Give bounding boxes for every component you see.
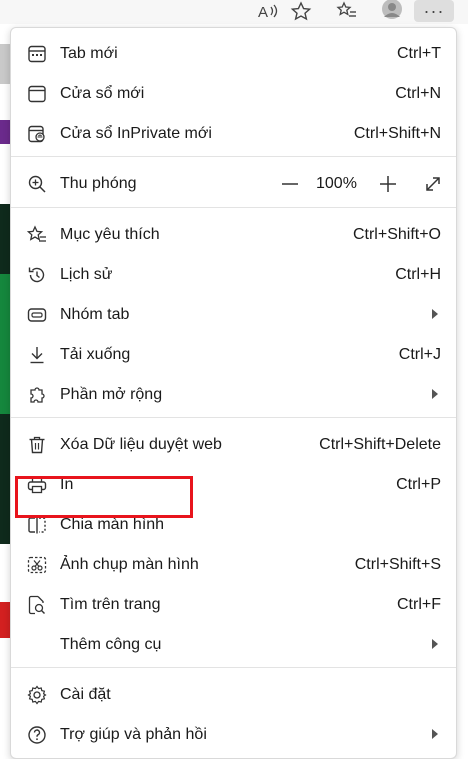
svg-text:A: A — [258, 4, 268, 21]
shortcut-text: Ctrl+F — [397, 596, 441, 613]
zoom-out-button[interactable] — [279, 173, 301, 195]
menu-item-extensions[interactable]: Phần mở rộng — [11, 377, 456, 413]
menu-item-label: Nhóm tab — [60, 306, 130, 323]
trash-icon — [27, 435, 47, 455]
shortcut-text: Ctrl+H — [395, 266, 441, 283]
menu-item-label: Thu phóng — [60, 175, 137, 192]
menu-item-label: Thêm công cụ — [60, 636, 162, 653]
menu-item-more-tools[interactable]: Thêm công cụ — [11, 627, 456, 663]
menu-item-label: Trợ giúp và phản hồi — [60, 726, 207, 743]
menu-item-label: Cài đặt — [60, 686, 111, 703]
find-page-icon — [27, 595, 47, 615]
shortcut-text: Ctrl+N — [395, 85, 441, 102]
shortcut-text: Ctrl+Shift+N — [353, 125, 441, 142]
menu-item-find-on-page[interactable]: Tìm trên trang Ctrl+F — [11, 587, 456, 623]
menu-item-label: Mục yêu thích — [60, 226, 160, 243]
help-icon — [27, 725, 47, 745]
tab-groups-icon — [27, 305, 47, 325]
menu-item-new-window[interactable]: Cửa sổ mới Ctrl+N — [11, 76, 456, 112]
favorites-icon — [27, 225, 47, 245]
zoom-level: 100% — [316, 175, 357, 192]
menu-item-settings[interactable]: Cài đặt — [11, 677, 456, 713]
fullscreen-icon[interactable] — [422, 173, 444, 195]
menu-item-help-feedback[interactable]: Trợ giúp và phản hồi — [11, 717, 456, 753]
menu-separator — [11, 417, 456, 418]
browser-settings-menu: Tab mới Ctrl+T Cửa sổ mới Ctrl+N Cửa sổ … — [10, 27, 457, 759]
menu-item-zoom: Thu phóng 100% — [11, 166, 456, 202]
menu-item-new-inprivate-window[interactable]: Cửa sổ InPrivate mới Ctrl+Shift+N — [11, 116, 456, 152]
menu-item-label: Phần mở rộng — [60, 386, 163, 403]
shortcut-text: Ctrl+Shift+O — [352, 226, 441, 243]
highlight-box — [15, 476, 193, 518]
menu-item-label: Chia màn hình — [60, 516, 165, 533]
zoom-in-button[interactable] — [377, 173, 399, 195]
shortcut-text: Ctrl+Shift+S — [354, 556, 441, 573]
read-aloud-icon[interactable]: A — [256, 0, 282, 22]
chevron-right-icon — [432, 729, 438, 739]
shortcut-text: Ctrl+Shift+Delete — [319, 436, 441, 453]
menu-item-screenshot[interactable]: Ảnh chụp màn hình Ctrl+Shift+S — [11, 547, 456, 583]
scissors-icon — [27, 555, 47, 575]
shortcut-text: Ctrl+J — [398, 346, 441, 363]
new-tab-icon — [27, 44, 47, 64]
menu-item-tab-groups[interactable]: Nhóm tab — [11, 297, 456, 333]
favorites-list-icon[interactable] — [334, 0, 360, 22]
history-icon — [27, 265, 47, 285]
menu-item-history[interactable]: Lịch sử Ctrl+H — [11, 257, 456, 293]
star-icon[interactable] — [288, 0, 314, 22]
download-icon — [27, 345, 47, 365]
zoom-icon — [27, 174, 47, 194]
menu-item-label: Xóa Dữ liệu duyệt web — [60, 436, 222, 453]
menu-item-label: Cửa sổ mới — [60, 85, 145, 102]
menu-item-label: Ảnh chụp màn hình — [60, 556, 199, 573]
browser-toolbar: A ··· — [0, 0, 468, 24]
gear-icon — [27, 685, 47, 705]
shortcut-text: Ctrl+T — [397, 45, 441, 62]
chevron-right-icon — [432, 639, 438, 649]
menu-item-favorites[interactable]: Mục yêu thích Ctrl+Shift+O — [11, 217, 456, 253]
menu-item-label: Tải xuống — [60, 346, 131, 363]
avatar[interactable] — [380, 0, 404, 20]
puzzle-icon — [27, 385, 47, 405]
menu-item-label: Cửa sổ InPrivate mới — [60, 125, 212, 142]
menu-item-label: Tab mới — [60, 45, 118, 62]
ellipsis-icon[interactable]: ··· — [414, 0, 454, 22]
chevron-right-icon — [432, 389, 438, 399]
menu-item-new-tab[interactable]: Tab mới Ctrl+T — [11, 36, 456, 72]
menu-item-label: Lịch sử — [60, 266, 113, 283]
menu-item-label: Tìm trên trang — [60, 596, 161, 613]
menu-separator — [11, 667, 456, 668]
inprivate-icon — [27, 124, 47, 144]
menu-separator — [11, 207, 456, 208]
menu-item-downloads[interactable]: Tải xuống Ctrl+J — [11, 337, 456, 373]
split-screen-icon — [27, 515, 47, 535]
menu-separator — [11, 156, 456, 157]
shortcut-text: Ctrl+P — [396, 476, 441, 493]
chevron-right-icon — [432, 309, 438, 319]
new-window-icon — [27, 84, 47, 104]
menu-item-clear-browsing-data[interactable]: Xóa Dữ liệu duyệt web Ctrl+Shift+Delete — [11, 427, 456, 463]
